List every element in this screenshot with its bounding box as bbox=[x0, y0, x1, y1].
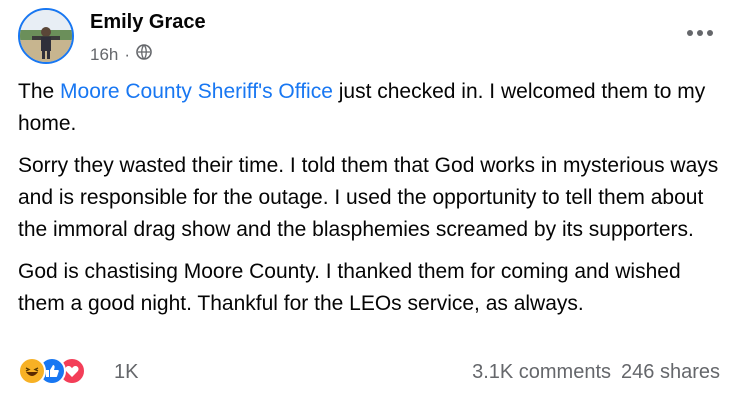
author-name[interactable]: Emily Grace bbox=[90, 10, 206, 34]
haha-icon bbox=[18, 357, 46, 385]
post-paragraph-2: Sorry they wasted their time. I told the… bbox=[18, 154, 719, 241]
comments-count[interactable]: 3.1K comments bbox=[472, 361, 611, 384]
post-header: Emily Grace 16h · bbox=[18, 8, 720, 64]
post-footer: 1K 3.1K comments 246 shares bbox=[18, 355, 720, 389]
post-content: The Moore County Sheriff's Office just c… bbox=[18, 76, 723, 330]
post-paragraph-1: The Moore County Sheriff's Office just c… bbox=[18, 76, 723, 140]
post-stats: 3.1K comments 246 shares bbox=[472, 361, 720, 384]
sheriff-office-link[interactable]: Moore County Sheriff's Office bbox=[60, 80, 333, 103]
reaction-icons[interactable] bbox=[18, 357, 86, 385]
post-meta: 16h · bbox=[90, 44, 152, 65]
paragraph-1-prefix: The bbox=[18, 80, 61, 103]
post-time[interactable]: 16h bbox=[90, 45, 118, 65]
globe-icon[interactable] bbox=[136, 44, 152, 65]
avatar-photo-icon bbox=[20, 10, 72, 62]
author-avatar[interactable] bbox=[18, 8, 74, 64]
facebook-post: Emily Grace 16h · The Moore County Sheri… bbox=[0, 0, 738, 403]
more-options-icon[interactable] bbox=[680, 18, 720, 48]
reaction-count[interactable]: 1K bbox=[114, 361, 138, 384]
meta-separator: · bbox=[124, 44, 131, 64]
post-paragraph-3: God is chastising Moore County. I thanke… bbox=[18, 260, 681, 315]
shares-count[interactable]: 246 shares bbox=[621, 361, 720, 384]
